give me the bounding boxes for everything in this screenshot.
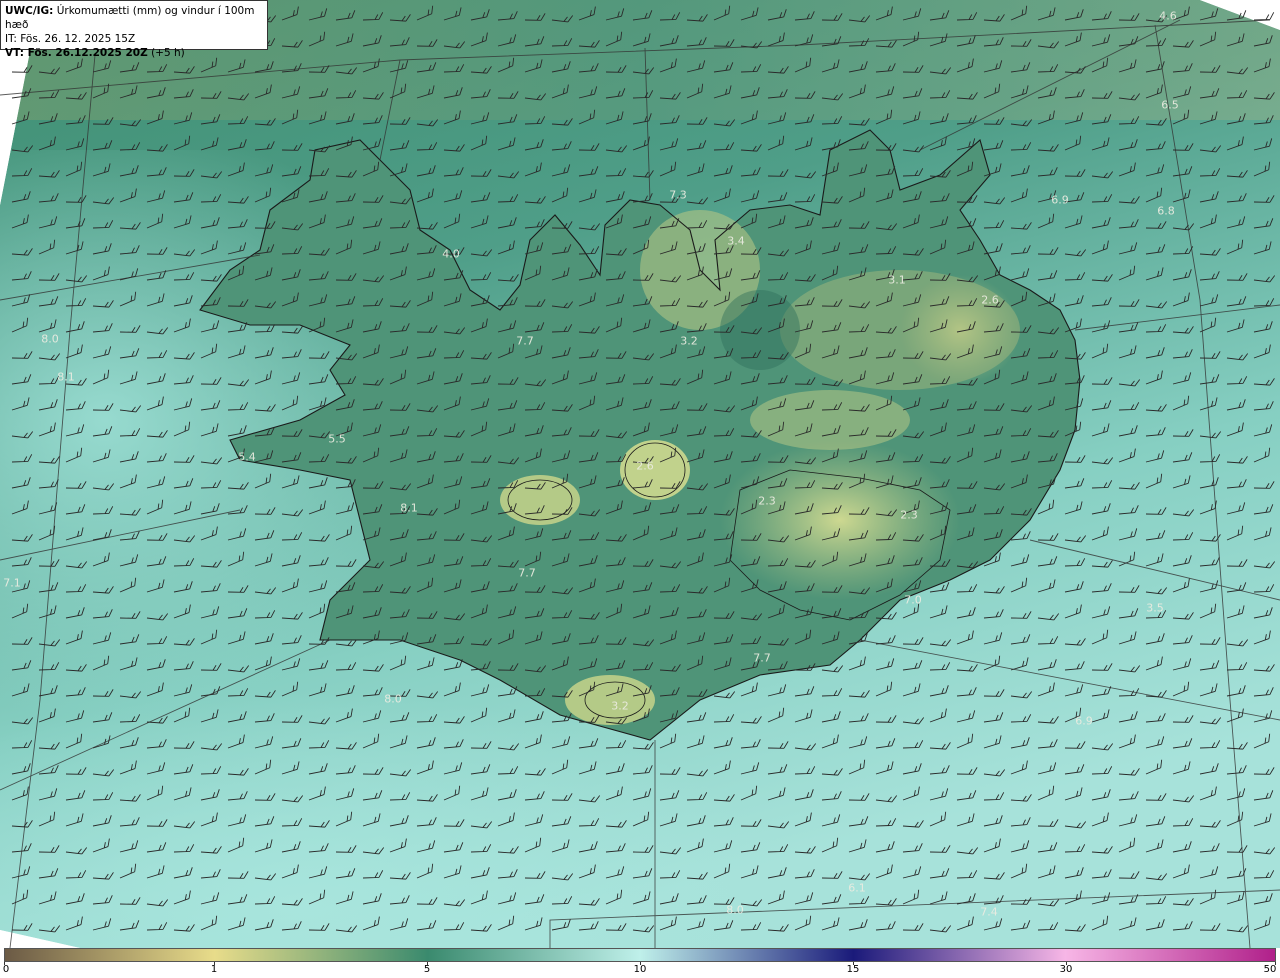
color-legend: 0 1 5 10 15 30 50	[0, 948, 1280, 978]
tick-label: 0	[2, 964, 10, 975]
map-value: 4.0	[442, 247, 460, 261]
map-value: 6.9	[1051, 193, 1069, 207]
map-value: 8.1	[400, 501, 418, 515]
map-value: 4.6	[1159, 9, 1177, 23]
tick-label: 1	[210, 964, 218, 975]
map-value: 3.2	[611, 699, 629, 713]
tick-label: 10	[633, 964, 647, 975]
map-value: 8.1	[57, 370, 75, 384]
valid-time: VT: Fös. 26.12.2025 20Z	[5, 47, 148, 59]
map-value: 8.0	[41, 332, 59, 346]
tick-label: 30	[1059, 964, 1073, 975]
map-title-box: UWC/IG: Úrkomumætti (mm) og vindur í 100…	[0, 0, 268, 59]
map-value: 2.6	[981, 293, 999, 307]
map-value: 2.6	[636, 459, 654, 473]
title-line-2: IT: Fös. 26. 12. 2025 15Z	[5, 33, 136, 45]
map-value: 2.3	[758, 494, 776, 508]
map-value: 3.5	[1146, 601, 1164, 615]
map-value: 7.1	[3, 576, 21, 590]
tick-label: 50	[1263, 964, 1277, 975]
map-value: 3.4	[727, 234, 745, 248]
color-legend-strip	[4, 948, 1276, 962]
map-value: 7.0	[904, 593, 922, 607]
map-value: 6.8	[1157, 204, 1175, 218]
map-value: 7.7	[753, 651, 771, 665]
model-tag: UWC/IG:	[5, 5, 54, 17]
map-value: 8.0	[726, 903, 744, 917]
title-line-1: UWC/IG: Úrkomumætti (mm) og vindur í 100…	[5, 4, 263, 32]
map-value: 8.0	[384, 692, 402, 706]
map-value: 5.4	[238, 450, 256, 464]
tick-label: 15	[846, 964, 860, 975]
map-value: 6.1	[848, 881, 866, 895]
map-value: 2.3	[900, 508, 918, 522]
map-value: 5.5	[328, 432, 346, 446]
map-value: 3.2	[680, 334, 698, 348]
title-line-3: VT: Fös. 26.12.2025 20Z (+5 h)	[5, 46, 263, 60]
map-value: 7.4	[980, 905, 998, 919]
map-value: 6.9	[1075, 714, 1093, 728]
map-value: 3.1	[888, 273, 906, 287]
map-value: 7.7	[518, 566, 536, 580]
map-value: 6.5	[1161, 98, 1179, 112]
lead-time: (+5 h)	[151, 47, 185, 59]
map-value: 7.7	[516, 334, 534, 348]
map-field	[0, 0, 1280, 948]
tick-label: 5	[423, 964, 431, 975]
map-value: 7.3	[669, 188, 687, 202]
map-canvas	[0, 0, 1280, 948]
weather-map: 4.6 6.5 6.9 6.8 7.3 3.4 4.0 3.1 2.6 3.2 …	[0, 0, 1280, 948]
